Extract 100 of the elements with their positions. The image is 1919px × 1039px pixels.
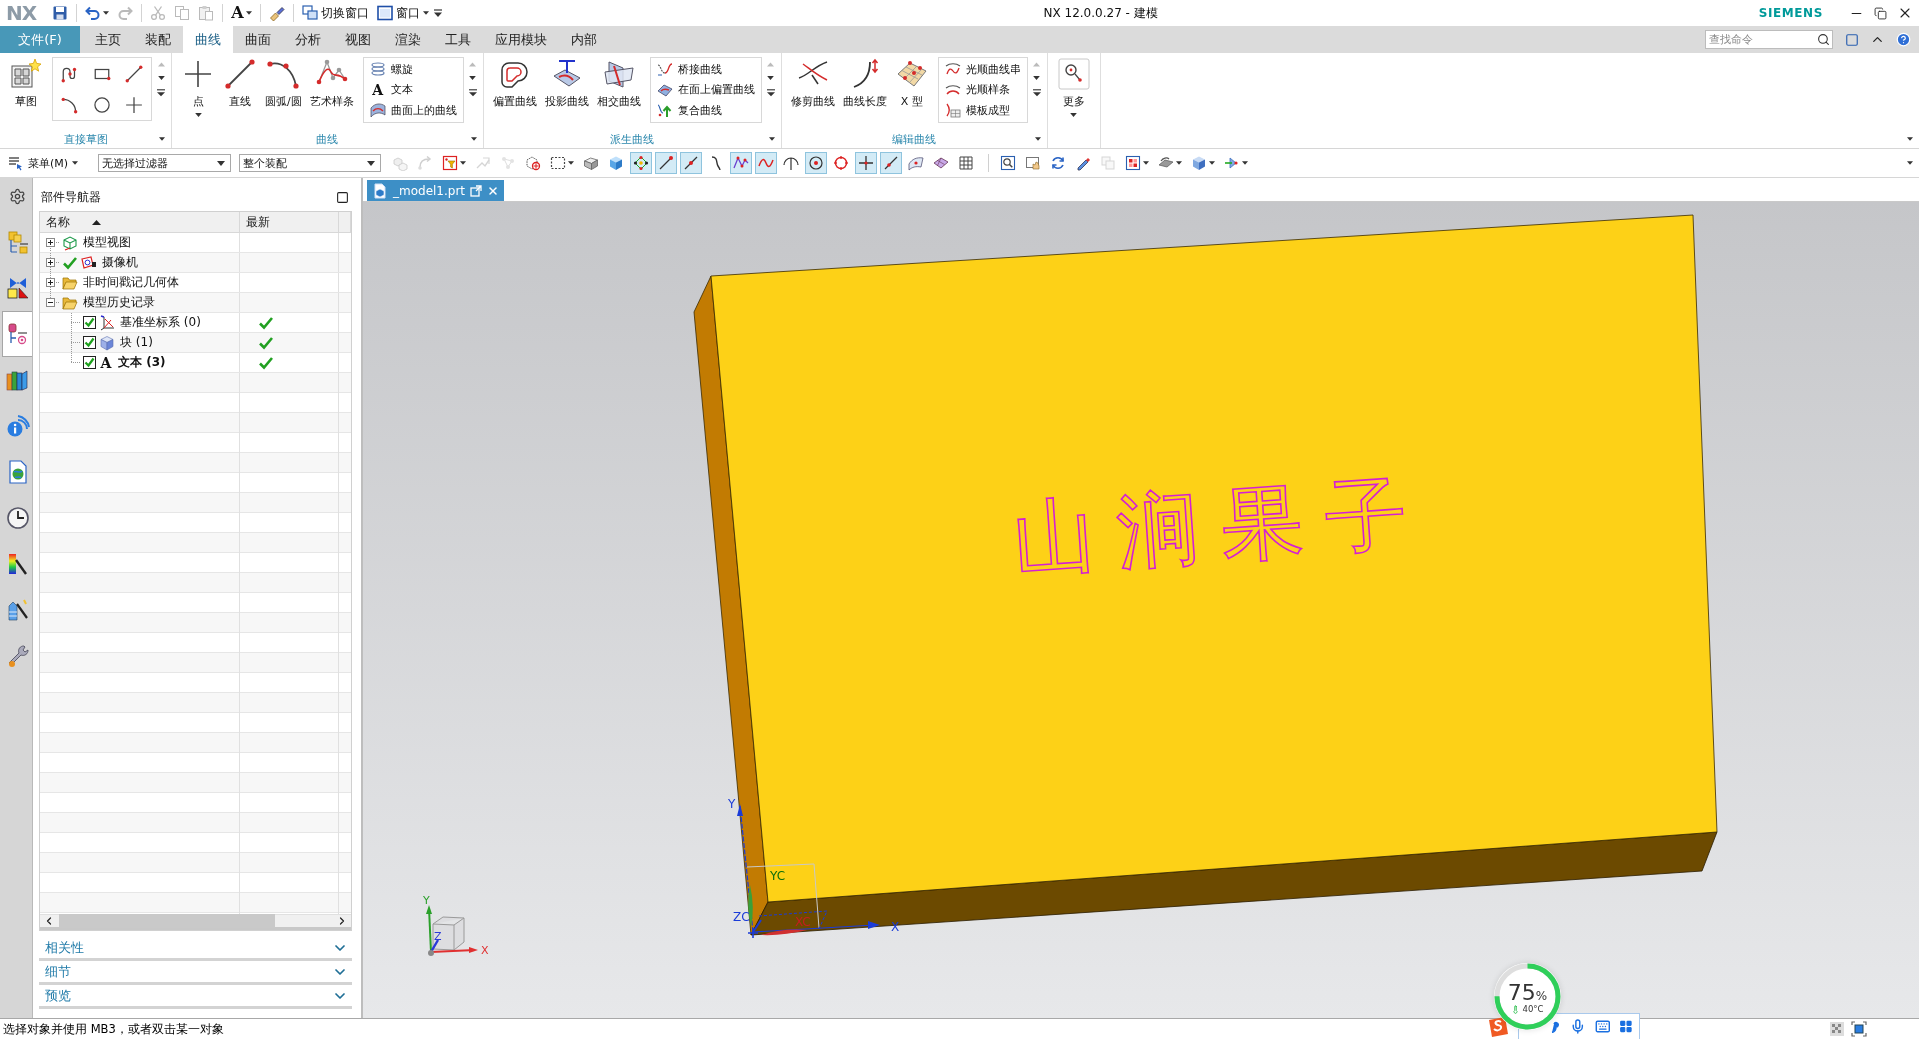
switch-window-button[interactable]: 切换窗口 [297,2,373,24]
caret-icon[interactable] [159,137,165,141]
ribbon-tab[interactable]: 工具 [433,26,483,53]
section-header[interactable]: 预览 [39,986,352,1009]
tree-item-label[interactable]: 文本 (3) [118,354,166,371]
command-search-field[interactable]: 查找命令 [1705,30,1833,49]
menu-button[interactable]: 菜单(M) [8,155,83,171]
save-icon[interactable] [52,5,69,21]
checkbox[interactable] [83,316,96,329]
expand-toggle-icon[interactable] [45,278,55,287]
maximize-icon[interactable] [336,190,349,204]
help-icon[interactable] [1896,32,1911,47]
ribbon-list-command[interactable]: 在面上偏置曲线 [654,79,757,100]
line-icon[interactable] [125,64,143,83]
caret-icon[interactable] [469,76,477,80]
ribbon-tab[interactable]: 分析 [283,26,333,53]
document-tab[interactable]: _model1.prt [367,180,505,201]
restore-icon[interactable] [1874,6,1887,20]
selection-scope-dropdown[interactable]: 整个装配 [239,154,382,172]
arc-icon[interactable] [61,95,79,114]
ribbon-command-button[interactable]: 投影曲线 [541,57,592,109]
horizontal-scrollbar[interactable] [40,914,351,930]
ribbon-tab[interactable]: 曲线 [183,26,233,53]
screen-frame-icon[interactable] [1851,1021,1867,1037]
caret-icon[interactable] [470,137,477,141]
full-screen-icon[interactable] [1845,32,1859,47]
tree-row[interactable]: 摄像机 [40,253,351,273]
undo-arrow-icon[interactable] [85,5,102,21]
ribbon-command-button[interactable]: 修剪曲线 [787,57,838,109]
ribbon-command-button[interactable]: 草图 [6,57,46,109]
ribbon-command-button[interactable]: 相交曲线 [593,57,644,109]
ribbon-command-button[interactable]: 直线 [220,57,260,109]
toolbox-grid-icon[interactable] [1619,1019,1633,1034]
checkbox[interactable] [83,356,96,369]
ribbon-tab[interactable]: 渲染 [383,26,433,53]
tree-item-label[interactable]: 基准坐标系 (0) [120,314,201,331]
ribbon-tab[interactable]: 内部 [559,26,609,53]
ribbon-list-command[interactable]: 复合曲线 [654,100,757,121]
tree-row[interactable]: 模型视图 [40,233,351,253]
checkbox[interactable] [83,336,96,349]
tree-row[interactable]: A 文本 (3) [40,353,351,373]
ribbon-list-command[interactable]: 模板成型 [942,100,1023,121]
ribbon-list-command[interactable]: 螺旋 [367,59,459,80]
gallery-more-icon[interactable] [766,89,775,97]
section-header[interactable]: 细节 [39,962,352,985]
caret-icon[interactable] [1907,137,1913,141]
ribbon-tab[interactable]: 装配 [133,26,183,53]
caret-icon[interactable] [103,11,110,15]
gallery-more-icon[interactable] [468,89,477,97]
tree-item-label[interactable]: 模型历史记录 [83,294,155,311]
caret-icon[interactable] [245,11,252,15]
ime-logo-icon[interactable] [1486,1015,1510,1039]
plus-icon[interactable] [125,95,143,114]
ribbon-command-button[interactable]: X 型 [891,57,932,109]
tree-row[interactable]: 基准坐标系 (0) [40,313,351,333]
tree-row[interactable]: 模型历史记录 [40,293,351,313]
popout-icon[interactable] [470,184,483,197]
collapse-toggle-icon[interactable] [45,298,55,307]
search-icon[interactable] [1817,33,1830,46]
window-menu-button[interactable]: 窗口 [372,2,433,24]
circle-icon[interactable] [93,95,111,114]
scrollbar-thumb[interactable] [59,914,275,928]
column-header[interactable]: 名称 [46,213,70,231]
ribbon-tab[interactable]: 视图 [333,26,383,53]
checkered-flag-icon[interactable] [1829,1021,1845,1037]
selection-filter-dropdown[interactable]: 无选择过滤器 [98,154,232,172]
expand-toggle-icon[interactable] [45,238,55,247]
view-triad[interactable] [426,905,478,956]
ribbon-command-button[interactable]: 艺术样条 [306,57,357,109]
caret-icon[interactable] [157,76,165,80]
gallery-more-icon[interactable] [1032,89,1041,97]
gallery-more-icon[interactable] [157,89,165,97]
caret-icon[interactable] [767,76,775,80]
expand-toggle-icon[interactable] [45,258,55,267]
ribbon-command-button[interactable]: 圆弧/圆 [262,57,305,109]
ribbon-command-button[interactable]: 偏置曲线 [489,57,540,109]
ribbon-command-button[interactable]: 点 [178,57,218,117]
ribbon-command-button[interactable]: 更多 [1053,57,1094,117]
caret-icon[interactable] [1033,76,1041,80]
tree-item-label[interactable]: 模型视图 [83,234,131,251]
ribbon-tab[interactable]: 曲面 [233,26,283,53]
ribbon-tab[interactable]: 主页 [83,26,133,53]
microphone-icon[interactable] [1570,1018,1586,1035]
paint-brush-icon[interactable] [268,5,285,21]
customize-caret-icon[interactable] [432,8,443,18]
font-style-icon[interactable]: A [231,4,244,22]
caret-icon[interactable] [768,137,775,141]
keyboard-icon[interactable] [1594,1018,1611,1035]
tree-item-label[interactable]: 块 (1) [120,334,153,351]
ribbon-list-command[interactable]: 光顺样条 [942,79,1023,100]
resource-tab[interactable] [2,311,32,357]
ribbon-list-command[interactable]: 桥接曲线 [654,59,757,80]
tree-item-label[interactable]: 摄像机 [102,254,138,271]
section-header[interactable]: 相关性 [39,938,352,961]
column-header[interactable]: 最新 [246,213,270,231]
tree-row[interactable]: 非时间戳记几何体 [40,273,351,293]
ribbon-list-command[interactable]: 曲面上的曲线 [367,100,459,121]
caret-icon[interactable] [1034,137,1041,141]
ribbon-command-button[interactable]: 曲线长度 [839,57,890,109]
solid-block[interactable] [693,214,1718,936]
